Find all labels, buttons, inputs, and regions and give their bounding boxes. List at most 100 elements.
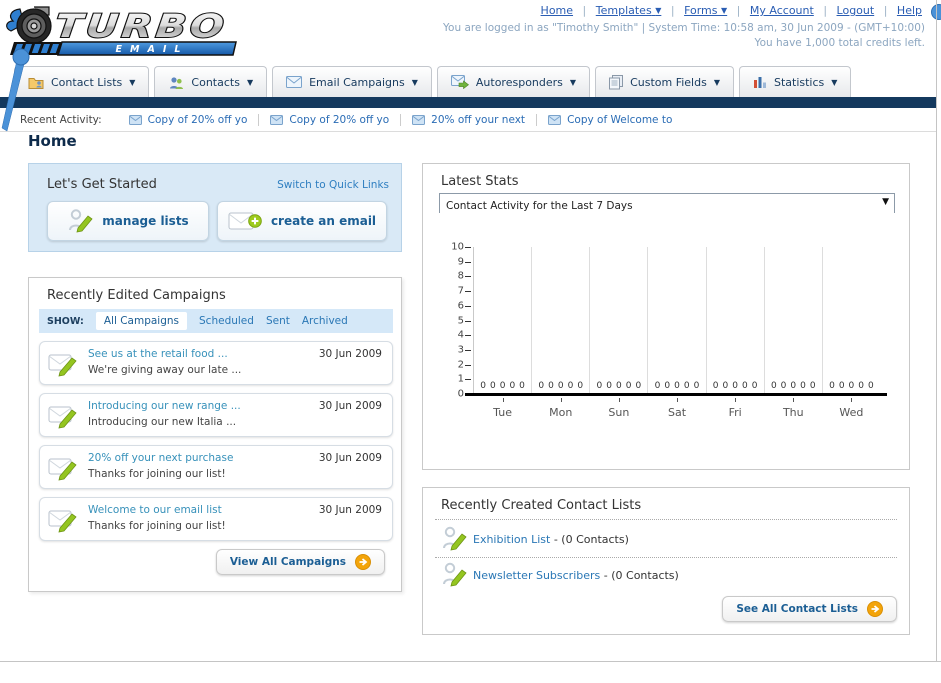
create-email-button[interactable]: create an email (217, 201, 387, 241)
login-info: You are logged in as "Timothy Smith" | S… (443, 21, 925, 51)
nav-separator: | (823, 4, 828, 17)
dotted-divider (435, 519, 897, 520)
chart-x-axis-line (465, 393, 887, 396)
create-email-label: create an email (270, 214, 377, 228)
recent-activity-item[interactable]: Copy of 20% off yo (118, 113, 260, 126)
main-nav-tabs: Contact Lists ▼ Contacts ▼ Email Campaigns… (0, 66, 852, 97)
nav-link-templates[interactable]: Templates ▼ (596, 4, 662, 17)
view-all-campaigns-button[interactable]: View All Campaigns (215, 549, 385, 575)
top-nav: Home | Templates ▼ | Forms ▼ | My Accoun… (538, 4, 925, 17)
y-tick-label: 2 (457, 359, 464, 371)
tab-label: Statistics (773, 75, 825, 89)
x-axis-label: Mon (549, 406, 573, 419)
contact-list-count: - (0 Contacts) (600, 569, 679, 582)
campaign-subtitle: We're giving away our late ... (88, 364, 242, 376)
recent-activity-item[interactable]: Copy of Welcome to (537, 114, 683, 126)
nav-separator: | (582, 4, 587, 17)
tab-email-campaigns[interactable]: Email Campaigns ▼ (272, 66, 432, 97)
turbo-email-logo-graphic: TURBO EMAIL (6, 6, 237, 56)
y-tick-mark (465, 364, 471, 366)
orange-arrow-icon (867, 601, 883, 617)
logo-email-word: EMAIL (116, 44, 189, 55)
stats-period-select[interactable]: Contact Activity for the Last 7 Days (440, 197, 894, 215)
nav-link-my-account[interactable]: My Account (750, 4, 814, 17)
envelope-arrow-icon (450, 75, 469, 89)
tab-contact-lists[interactable]: Contact Lists ▼ (14, 66, 150, 97)
campaign-title-link[interactable]: Welcome to our email list (88, 504, 222, 516)
chart-y-axis: 10 9 8 7 6 5 4 3 2 1 0 (447, 242, 473, 400)
chevron-down-icon: ▼ (655, 6, 662, 15)
x-axis-label: Tue (493, 406, 512, 419)
login-line1: You are logged in as "Timothy Smith" | S… (443, 22, 925, 34)
campaign-title-link[interactable]: 20% off your next purchase (88, 452, 233, 464)
tab-autoresponders[interactable]: Autoresponders ▼ (436, 66, 591, 97)
contact-list-link[interactable]: Newsletter Subscribers (473, 569, 600, 582)
recent-activity-item[interactable]: 20% off your next (401, 113, 538, 126)
filter-scheduled[interactable]: Scheduled (199, 315, 254, 327)
envelope-pencil-icon (48, 510, 77, 533)
chevron-down-icon: ▼ (246, 77, 254, 87)
contact-list-link[interactable]: Exhibition List (473, 533, 550, 546)
svg-text:TURBO: TURBO (53, 7, 229, 45)
contact-activity-chart: 10 9 8 7 6 5 4 3 2 1 0 0 0 0 0 0 Tue 0 0 0 0 0 Mon 0 0 0 0 0 Sun 0 0 0… (447, 234, 887, 526)
nav-link-logout[interactable]: Logout (837, 4, 875, 17)
campaign-row[interactable]: 20% off your next purchase Thanks for jo… (39, 445, 393, 489)
data-value-labels: 00000 (538, 381, 584, 391)
nav-link-home[interactable]: Home (541, 4, 573, 17)
nav-link-help[interactable]: Help (897, 4, 922, 17)
filter-archived[interactable]: Archived (302, 315, 348, 327)
recent-activity-item[interactable]: Copy of 20% off yo (259, 113, 402, 126)
y-tick-mark (465, 335, 471, 337)
x-axis-label: Wed (839, 406, 864, 419)
dotted-divider (435, 557, 897, 558)
recent-activity-label: Recent Activity: (20, 113, 102, 126)
campaign-title-link[interactable]: Introducing our new range ... (88, 400, 241, 412)
campaign-date: 30 Jun 2009 (318, 452, 382, 464)
stats-period-select-wrap: Contact Activity for the Last 7 Days ▼ (439, 193, 895, 215)
campaign-row[interactable]: See us at the retail food ... We're givi… (39, 341, 393, 385)
y-tick-mark (465, 320, 471, 322)
chevron-down-icon: ▼ (411, 77, 418, 87)
campaigns-filter-bar: SHOW: All Campaigns Scheduled Sent Archi… (39, 309, 393, 333)
chart-day-group: 0 0 0 0 0 Fri (707, 247, 765, 419)
tab-contacts[interactable]: Contacts ▼ (154, 66, 268, 97)
nav-separator: | (883, 4, 888, 17)
nav-link-forms[interactable]: Forms ▼ (684, 4, 727, 17)
y-tick-label: 1 (457, 373, 464, 385)
data-value-labels: 00000 (712, 381, 758, 391)
x-tick-mark (560, 398, 562, 402)
latest-stats-title: Latest Stats (441, 174, 519, 189)
nav-separator: | (736, 4, 741, 17)
envelope-icon (270, 114, 284, 125)
campaign-row[interactable]: Welcome to our email list Thanks for joi… (39, 497, 393, 541)
tab-label: Autoresponders (475, 75, 563, 89)
tab-statistics[interactable]: Statistics ▼ (738, 66, 852, 97)
filter-sent[interactable]: Sent (266, 315, 290, 327)
y-tick-label: 0 (457, 388, 464, 400)
campaign-title-link[interactable]: See us at the retail food ... (88, 348, 228, 360)
y-tick-label: 4 (457, 329, 464, 341)
tab-label: Custom Fields (630, 75, 707, 89)
get-started-title: Let's Get Started (47, 177, 157, 192)
chevron-down-icon: ▼ (129, 77, 136, 87)
envelope-icon (548, 114, 562, 125)
filter-all-campaigns[interactable]: All Campaigns (95, 312, 188, 330)
chart-day-group: 0 0 0 0 0 Sun (590, 247, 649, 419)
x-axis-label: Sun (608, 406, 630, 419)
callout-pin (1, 48, 30, 132)
person-pencil-icon (69, 209, 93, 233)
recently-edited-campaigns-panel: Recently Edited Campaigns SHOW: All Camp… (28, 277, 402, 592)
see-all-contact-lists-button[interactable]: See All Contact Lists (722, 596, 897, 622)
y-tick-label: 10 (451, 241, 464, 253)
tab-custom-fields[interactable]: Custom Fields ▼ (595, 66, 734, 97)
chevron-down-icon: ▼ (721, 6, 728, 15)
chevron-down-icon: ▼ (713, 77, 720, 87)
y-tick-label: 7 (457, 285, 464, 297)
see-all-contact-lists-label: See All Contact Lists (736, 603, 858, 615)
switch-to-quick-links[interactable]: Switch to Quick Links (277, 179, 389, 191)
x-tick-mark (676, 398, 678, 402)
recently-created-contact-lists-panel: Recently Created Contact Lists Exhibitio… (422, 487, 910, 635)
campaign-row[interactable]: Introducing our new range ... Introducin… (39, 393, 393, 437)
navy-divider-bar (0, 97, 937, 108)
manage-lists-button[interactable]: manage lists (47, 201, 209, 241)
